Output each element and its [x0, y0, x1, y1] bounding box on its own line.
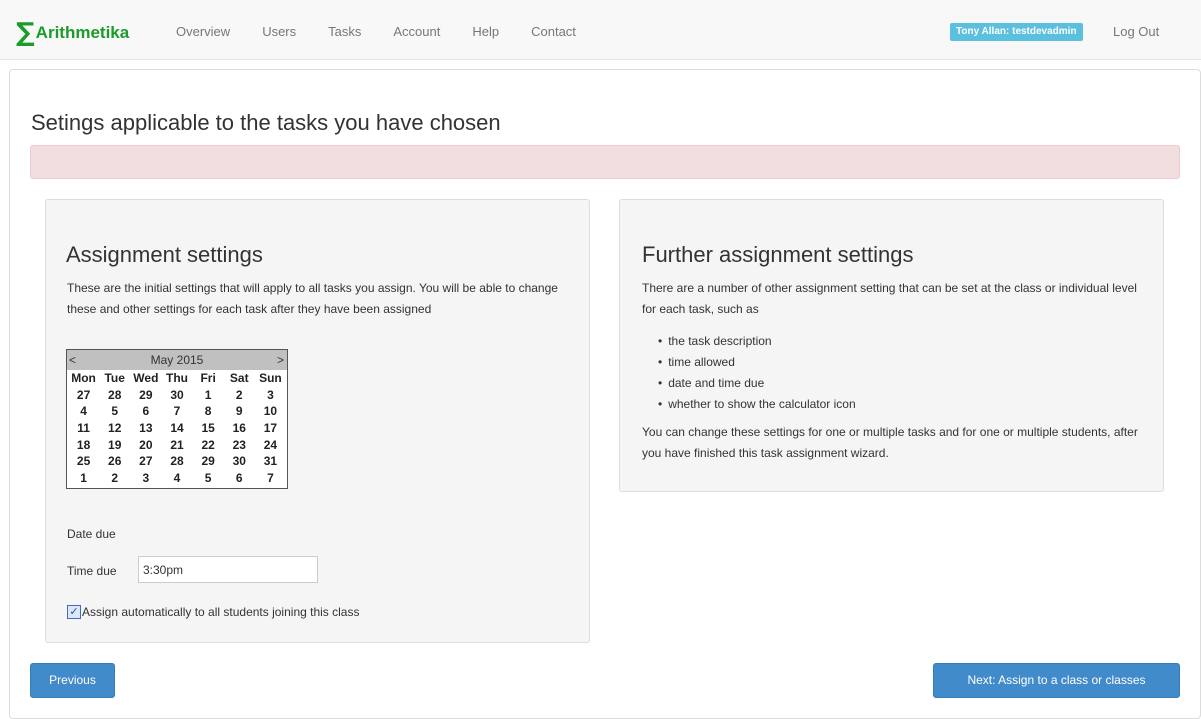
calendar-day[interactable]: 6	[130, 403, 161, 420]
assignment-settings-heading: Assignment settings	[66, 242, 263, 267]
auto-assign-checkbox[interactable]: ✓	[67, 605, 81, 619]
calendar-day[interactable]: 17	[255, 420, 286, 437]
calendar-day[interactable]: 29	[130, 387, 161, 404]
calendar-day[interactable]: 14	[161, 420, 192, 437]
further-settings-panel: Further assignment settings There are a …	[619, 199, 1164, 492]
user-badge: Tony Allan: testdevadmin	[950, 23, 1083, 41]
list-item: time allowed	[658, 352, 856, 373]
top-navbar: ∑ Arithmetika Overview Users Tasks Accou…	[0, 0, 1201, 60]
nav-tasks[interactable]: Tasks	[328, 24, 361, 39]
calendar-day[interactable]: 19	[99, 437, 130, 454]
calendar-day[interactable]: 26	[99, 453, 130, 470]
calendar-day[interactable]: 16	[224, 420, 255, 437]
assignment-settings-panel: Assignment settings These are the initia…	[45, 199, 590, 643]
nav-contact[interactable]: Contact	[531, 24, 576, 39]
calendar-day[interactable]: 27	[130, 453, 161, 470]
calendar-day[interactable]: 8	[193, 403, 224, 420]
nav-help[interactable]: Help	[472, 24, 499, 39]
calendar-day[interactable]: 28	[161, 453, 192, 470]
further-settings-intro: There are a number of other assignment s…	[642, 281, 1137, 316]
time-due-label: Time due	[67, 564, 117, 578]
calendar-day[interactable]: 25	[68, 453, 99, 470]
calendar-day[interactable]: 30	[224, 453, 255, 470]
calendar-header: < May 2015 >	[67, 350, 287, 370]
calendar-day[interactable]: 21	[161, 437, 192, 454]
nav-overview[interactable]: Overview	[176, 24, 230, 39]
page-title: Setings applicable to the tasks you have…	[31, 110, 501, 135]
next-assign-button[interactable]: Next: Assign to a class or classes	[933, 663, 1180, 698]
further-settings-outro: You can change these settings for one or…	[642, 425, 1138, 460]
calendar-day[interactable]: 7	[255, 470, 286, 487]
brand-logo[interactable]: ∑ Arithmetika	[16, 20, 129, 46]
assignment-settings-intro: These are the initial settings that will…	[67, 281, 558, 316]
date-picker-calendar: < May 2015 > Mon Tue Wed Thu Fri Sat Sun 27 28 29…	[66, 349, 288, 489]
further-settings-list: the task description time allowed date a…	[658, 331, 856, 415]
calendar-day[interactable]: 18	[68, 437, 99, 454]
list-item: whether to show the calculator icon	[658, 394, 855, 415]
calendar-grid: Mon Tue Wed Thu Fri Sat Sun 27 28 29 30 1 2 3 4 5 6 7 8 9 10…	[67, 370, 287, 487]
logout-link[interactable]: Log Out	[1113, 24, 1159, 39]
calendar-day[interactable]: 13	[130, 420, 161, 437]
nav-users[interactable]: Users	[262, 24, 296, 39]
further-settings-heading: Further assignment settings	[642, 242, 914, 267]
calendar-day[interactable]: 3	[130, 470, 161, 487]
sigma-icon: ∑	[16, 18, 35, 48]
calendar-day[interactable]: 20	[130, 437, 161, 454]
auto-assign-label: Assign automatically to all students joi…	[82, 605, 360, 619]
calendar-weekday: Sat	[229, 371, 249, 385]
previous-button[interactable]: Previous	[30, 663, 115, 698]
calendar-day[interactable]: 12	[99, 420, 130, 437]
calendar-day[interactable]: 4	[161, 470, 192, 487]
calendar-day[interactable]: 24	[255, 437, 286, 454]
calendar-next-button[interactable]: >	[277, 350, 284, 370]
calendar-day[interactable]: 2	[224, 387, 255, 404]
calendar-day[interactable]: 28	[99, 387, 130, 404]
calendar-day[interactable]: 30	[161, 387, 192, 404]
calendar-day[interactable]: 1	[68, 470, 99, 487]
calendar-weekday: Wed	[133, 371, 159, 385]
calendar-day[interactable]: 2	[99, 470, 130, 487]
calendar-day[interactable]: 5	[193, 470, 224, 487]
calendar-weekday: Sun	[259, 371, 282, 385]
calendar-day[interactable]: 5	[99, 403, 130, 420]
calendar-day[interactable]: 7	[161, 403, 192, 420]
list-item: the task description	[658, 331, 856, 352]
calendar-day[interactable]: 10	[255, 403, 286, 420]
calendar-day[interactable]: 22	[193, 437, 224, 454]
calendar-weekday: Tue	[104, 371, 125, 385]
calendar-day[interactable]: 23	[224, 437, 255, 454]
calendar-month-title: May 2015	[150, 353, 204, 367]
list-item: date and time due	[658, 373, 856, 394]
calendar-day[interactable]: 9	[224, 403, 255, 420]
brand-name: Arithmetika	[35, 23, 130, 42]
calendar-weekday: Mon	[71, 371, 96, 385]
calendar-weekday: Thu	[165, 371, 188, 385]
calendar-day[interactable]: 6	[224, 470, 255, 487]
calendar-day[interactable]: 31	[255, 453, 286, 470]
nav-account[interactable]: Account	[393, 24, 440, 39]
auto-assign-row: ✓ Assign automatically to all students j…	[67, 605, 359, 619]
calendar-day[interactable]: 3	[255, 387, 286, 404]
calendar-day[interactable]: 11	[68, 420, 99, 437]
time-due-input[interactable]	[138, 556, 318, 583]
alert-bar	[30, 145, 1180, 179]
date-due-label: Date due	[67, 527, 116, 541]
calendar-day[interactable]: 4	[68, 403, 99, 420]
calendar-weekday: Fri	[200, 371, 216, 385]
calendar-day[interactable]: 1	[193, 387, 224, 404]
calendar-day[interactable]: 29	[193, 453, 224, 470]
calendar-day[interactable]: 27	[68, 387, 99, 404]
calendar-day[interactable]: 15	[193, 420, 224, 437]
nav-menu: Overview Users Tasks Account Help Contac…	[176, 24, 608, 39]
